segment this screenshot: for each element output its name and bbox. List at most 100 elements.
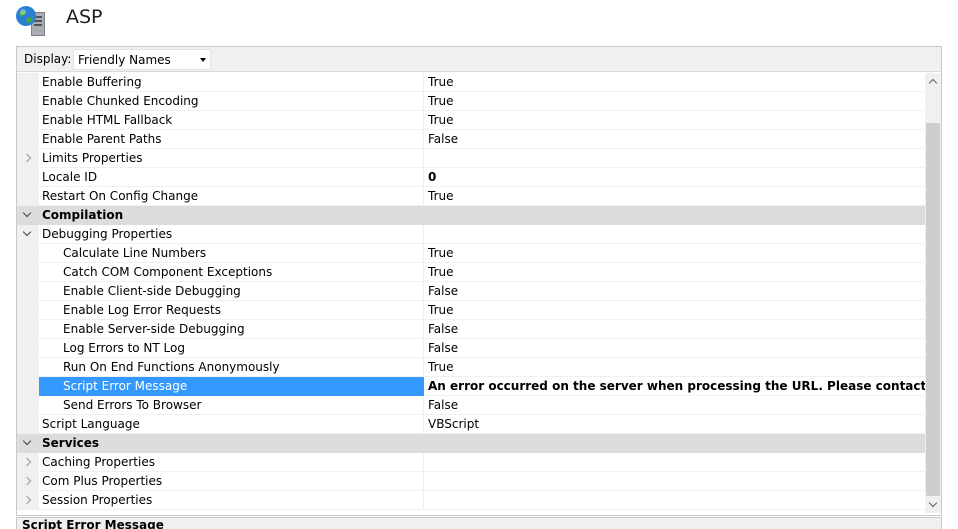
property-row[interactable]: Restart On Config Change True <box>17 187 925 206</box>
property-name: Run On End Functions Anonymously <box>63 360 280 374</box>
property-name-cell[interactable]: Caching Properties <box>39 453 424 472</box>
property-row[interactable]: Log Errors to NT Log False <box>17 339 925 358</box>
property-row[interactable]: Enable Client-side Debugging False <box>17 282 925 301</box>
property-value-cell[interactable] <box>424 206 925 225</box>
property-name-cell[interactable]: Run On End Functions Anonymously <box>39 358 424 377</box>
property-name-cell[interactable]: Calculate Line Numbers <box>39 244 424 263</box>
property-value-cell[interactable] <box>424 472 925 491</box>
property-value-cell[interactable]: False <box>424 130 925 149</box>
property-row[interactable]: Enable Parent Paths False <box>17 130 925 149</box>
property-row[interactable]: Catch COM Component Exceptions True <box>17 263 925 282</box>
row-gutter <box>17 301 39 320</box>
property-name-cell[interactable]: Enable Chunked Encoding <box>39 92 424 111</box>
row-gutter <box>17 282 39 301</box>
chevron-up-icon <box>928 78 938 88</box>
property-name-cell[interactable]: Locale ID <box>39 168 424 187</box>
row-gutter <box>17 396 39 415</box>
expand-chevron-icon[interactable] <box>22 457 32 467</box>
property-row[interactable]: Enable Log Error Requests True <box>17 301 925 320</box>
property-value-cell[interactable]: True <box>424 301 925 320</box>
property-value-cell[interactable]: VBScript <box>424 415 925 434</box>
property-name-cell[interactable]: Compilation <box>39 206 424 225</box>
server-globe-icon <box>16 6 45 36</box>
property-value-cell[interactable]: True <box>424 187 925 206</box>
property-row[interactable]: Calculate Line Numbers True <box>17 244 925 263</box>
property-value-cell[interactable]: True <box>424 92 925 111</box>
property-value-cell[interactable]: True <box>424 263 925 282</box>
property-value-cell[interactable]: False <box>424 339 925 358</box>
property-name-cell[interactable]: Com Plus Properties <box>39 472 424 491</box>
property-row[interactable]: Enable Buffering True <box>17 73 925 92</box>
property-name-cell[interactable]: Enable Client-side Debugging <box>39 282 424 301</box>
property-value-cell[interactable]: False <box>424 282 925 301</box>
property-name-cell[interactable]: Send Errors To Browser <box>39 396 424 415</box>
expand-chevron-icon[interactable] <box>22 495 32 505</box>
property-name-cell[interactable]: Enable Server-side Debugging <box>39 320 424 339</box>
property-row[interactable]: Locale ID 0 <box>17 168 925 187</box>
property-value-cell[interactable]: False <box>424 396 925 415</box>
display-label: Display: <box>24 52 72 66</box>
property-name-cell[interactable]: Log Errors to NT Log <box>39 339 424 358</box>
row-gutter <box>17 149 39 168</box>
row-gutter <box>17 225 39 244</box>
property-value: True <box>428 360 454 374</box>
display-dropdown-value: Friendly Names <box>78 53 171 67</box>
property-row[interactable]: Limits Properties <box>17 149 925 168</box>
property-row[interactable]: Enable HTML Fallback True <box>17 111 925 130</box>
property-name-cell[interactable]: Script Error Message <box>39 377 424 396</box>
scroll-up-button[interactable] <box>925 73 941 89</box>
collapse-chevron-icon[interactable] <box>22 227 32 237</box>
property-name-cell[interactable]: Enable HTML Fallback <box>39 111 424 130</box>
display-dropdown[interactable]: Friendly Names <box>73 49 211 70</box>
property-name-cell[interactable]: Script Language <box>39 415 424 434</box>
property-row[interactable]: Enable Chunked Encoding True <box>17 92 925 111</box>
expand-chevron-icon[interactable] <box>22 153 32 163</box>
property-value-cell[interactable]: True <box>424 111 925 130</box>
property-name-cell[interactable]: Debugging Properties <box>39 225 424 244</box>
property-name: Debugging Properties <box>42 227 173 241</box>
property-value-cell[interactable] <box>424 453 925 472</box>
property-value-cell[interactable] <box>424 491 925 510</box>
property-row[interactable]: Script Language VBScript <box>17 415 925 434</box>
property-name: Catch COM Component Exceptions <box>63 265 273 279</box>
property-value-cell[interactable] <box>424 225 925 244</box>
display-toolbar: Display: Friendly Names <box>17 47 941 72</box>
property-name-cell[interactable]: Services <box>39 434 424 453</box>
category-row[interactable]: Services <box>17 434 925 453</box>
property-value-cell[interactable]: An error occurred on the server when pro… <box>424 377 925 396</box>
property-name: Locale ID <box>42 170 98 184</box>
collapse-chevron-icon[interactable] <box>22 436 32 446</box>
property-name-cell[interactable]: Enable Log Error Requests <box>39 301 424 320</box>
property-name: Limits Properties <box>42 151 143 165</box>
property-row[interactable]: Debugging Properties <box>17 225 925 244</box>
scroll-down-button[interactable] <box>925 497 941 513</box>
property-name-cell[interactable]: Session Properties <box>39 491 424 510</box>
property-value-cell[interactable] <box>424 434 925 453</box>
property-name-cell[interactable]: Restart On Config Change <box>39 187 424 206</box>
collapse-chevron-icon[interactable] <box>22 208 32 218</box>
property-value: True <box>428 265 454 279</box>
property-value-cell[interactable]: 0 <box>424 168 925 187</box>
property-value-cell[interactable]: True <box>424 73 925 92</box>
property-name-cell[interactable]: Enable Buffering <box>39 73 424 92</box>
property-value-cell[interactable] <box>424 149 925 168</box>
expand-chevron-icon[interactable] <box>22 476 32 486</box>
property-name-cell[interactable]: Catch COM Component Exceptions <box>39 263 424 282</box>
property-name-cell[interactable]: Limits Properties <box>39 149 424 168</box>
category-row[interactable]: Compilation <box>17 206 925 225</box>
property-row[interactable]: Com Plus Properties <box>17 472 925 491</box>
scroll-thumb[interactable] <box>926 123 940 496</box>
row-gutter <box>17 358 39 377</box>
property-row[interactable]: Script Error Message An error occurred on… <box>17 377 925 396</box>
property-row[interactable]: Caching Properties <box>17 453 925 472</box>
property-value-cell[interactable]: False <box>424 320 925 339</box>
vertical-scrollbar[interactable] <box>925 73 941 513</box>
row-gutter <box>17 111 39 130</box>
property-row[interactable]: Session Properties <box>17 491 925 510</box>
property-name-cell[interactable]: Enable Parent Paths <box>39 130 424 149</box>
property-row[interactable]: Send Errors To Browser False <box>17 396 925 415</box>
property-row[interactable]: Run On End Functions Anonymously True <box>17 358 925 377</box>
property-value-cell[interactable]: True <box>424 358 925 377</box>
property-value-cell[interactable]: True <box>424 244 925 263</box>
property-row[interactable]: Enable Server-side Debugging False <box>17 320 925 339</box>
